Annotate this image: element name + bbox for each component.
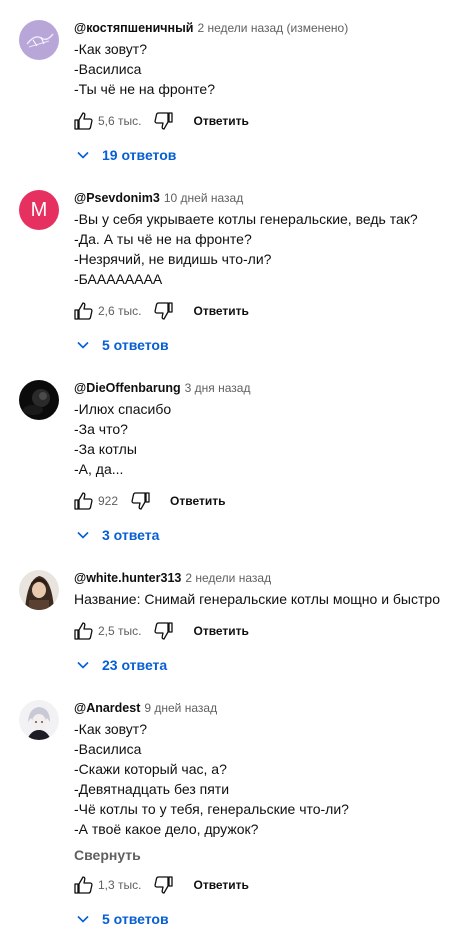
view-replies-button[interactable]: 5 ответов xyxy=(76,909,169,929)
comment-line: -Илюх спасибо xyxy=(74,401,172,417)
chevron-down-icon xyxy=(77,531,89,539)
comment-line: -А твоё какое дело, дружок? xyxy=(74,821,259,837)
comment-line: -Василиса xyxy=(74,61,142,77)
replies-count: 19 ответов xyxy=(102,147,177,163)
comment-actions: 5,6 тыс. Ответить xyxy=(72,109,249,133)
comment-line: -За что? xyxy=(74,421,128,437)
comment-author[interactable]: @костяпшеничный xyxy=(74,21,193,35)
thumb-up-icon[interactable] xyxy=(72,109,96,133)
comment-meta: @Psevdonim3 10 дней назад xyxy=(74,190,243,206)
chevron-down-icon xyxy=(77,151,89,159)
comment-time[interactable]: 2 недели назад xyxy=(185,571,271,585)
comment-line: -Ты чё не на фронте? xyxy=(74,81,215,97)
thumb-up-icon[interactable] xyxy=(72,619,96,643)
chevron-down-icon xyxy=(77,341,89,349)
comment-time[interactable]: 2 недели назад (изменено) xyxy=(197,21,348,35)
chevron-down-icon xyxy=(77,661,89,669)
comment-time[interactable]: 3 дня назад xyxy=(185,381,251,395)
comment-line: -Девятнадцать без пяти xyxy=(74,781,230,797)
like-count: 5,6 тыс. xyxy=(98,114,142,128)
comment-actions: 2,6 тыс. Ответить xyxy=(72,299,249,323)
comment-text: -Илюх спасибо -За что? -За котлы -А, да.… xyxy=(74,399,171,479)
thumb-up-icon[interactable] xyxy=(72,299,96,323)
comment-line: -БАААААААА xyxy=(74,271,163,287)
comment-line: -Чё котлы то у тебя, генеральские что-ли… xyxy=(74,801,349,817)
view-replies-button[interactable]: 3 ответа xyxy=(76,525,159,545)
comment-meta: @костяпшеничный 2 недели назад (изменено) xyxy=(74,20,348,36)
reply-button[interactable]: Ответить xyxy=(170,494,225,508)
view-replies-button[interactable]: 5 ответов xyxy=(76,335,169,355)
comment-line: -Как зовут? xyxy=(74,41,147,57)
comment-meta: @DieOffenbarung 3 дня назад xyxy=(74,380,250,396)
like-count: 922 xyxy=(98,494,119,508)
thumb-down-icon[interactable] xyxy=(151,873,175,897)
comment-meta: @white.hunter313 2 недели назад xyxy=(74,570,271,586)
comment-line: -За котлы xyxy=(74,441,137,457)
comment-text: -Вы у себя укрываете котлы генеральские,… xyxy=(74,209,418,289)
comment-author[interactable]: @Psevdonim3 xyxy=(74,191,160,205)
comment-author[interactable]: @DieOffenbarung xyxy=(74,381,181,395)
thumb-down-icon[interactable] xyxy=(151,299,175,323)
thumb-up-icon[interactable] xyxy=(72,873,96,897)
comment-meta: @Anardest 9 дней назад xyxy=(74,700,217,716)
comment-line: -Скажи который час, а? xyxy=(74,761,227,777)
comment-actions: 1,3 тыс. Ответить xyxy=(72,873,249,897)
thumb-down-icon[interactable] xyxy=(151,619,175,643)
comment-time[interactable]: 10 дней назад xyxy=(164,191,243,205)
comment-line: -Как зовут? xyxy=(74,721,147,737)
comment-text: -Как зовут? -Василиса -Ты чё не на фронт… xyxy=(74,39,215,99)
replies-count: 3 ответа xyxy=(102,527,160,543)
comment-line: -Василиса xyxy=(74,741,142,757)
reply-button[interactable]: Ответить xyxy=(193,304,248,318)
comment-text: Название: Снимай генеральские котлы мощн… xyxy=(74,589,440,609)
avatar[interactable] xyxy=(19,570,59,610)
thumb-down-icon[interactable] xyxy=(151,109,175,133)
comment-line: -Вы у себя укрываете котлы генеральские,… xyxy=(74,211,418,227)
thumb-up-icon[interactable] xyxy=(72,489,96,513)
reply-button[interactable]: Ответить xyxy=(193,624,248,638)
comment-time[interactable]: 9 дней назад xyxy=(144,701,217,715)
reply-button[interactable]: Ответить xyxy=(193,878,248,892)
comment-line: -А, да... xyxy=(74,461,124,477)
view-replies-button[interactable]: 23 ответа xyxy=(76,655,167,675)
avatar-letter: M xyxy=(30,198,48,221)
collapse-button[interactable]: Свернуть xyxy=(74,847,141,863)
replies-count: 5 ответов xyxy=(102,911,169,927)
comment-actions: 2,5 тыс. Ответить xyxy=(72,619,249,643)
comment-line: Название: Снимай генеральские котлы мощн… xyxy=(74,591,440,607)
chevron-down-icon xyxy=(77,915,89,923)
comment-line: -Незрячий, не видишь что-ли? xyxy=(74,251,272,267)
avatar[interactable] xyxy=(19,20,59,60)
comment-author[interactable]: @white.hunter313 xyxy=(74,571,181,585)
avatar[interactable]: M xyxy=(19,190,59,230)
like-count: 1,3 тыс. xyxy=(98,878,142,892)
avatar[interactable] xyxy=(19,380,59,420)
like-count: 2,5 тыс. xyxy=(98,624,142,638)
comment-text: -Как зовут? -Василиса -Скажи который час… xyxy=(74,719,349,839)
avatar[interactable] xyxy=(19,700,59,740)
view-replies-button[interactable]: 19 ответов xyxy=(76,145,176,165)
comment-author[interactable]: @Anardest xyxy=(74,701,140,715)
comment-line: -Да. А ты чё не на фронте? xyxy=(74,231,252,247)
replies-count: 23 ответа xyxy=(102,657,168,673)
like-count: 2,6 тыс. xyxy=(98,304,142,318)
replies-count: 5 ответов xyxy=(102,337,169,353)
comment-actions: 922 Ответить xyxy=(72,489,225,513)
thumb-down-icon[interactable] xyxy=(128,489,152,513)
reply-button[interactable]: Ответить xyxy=(193,114,248,128)
